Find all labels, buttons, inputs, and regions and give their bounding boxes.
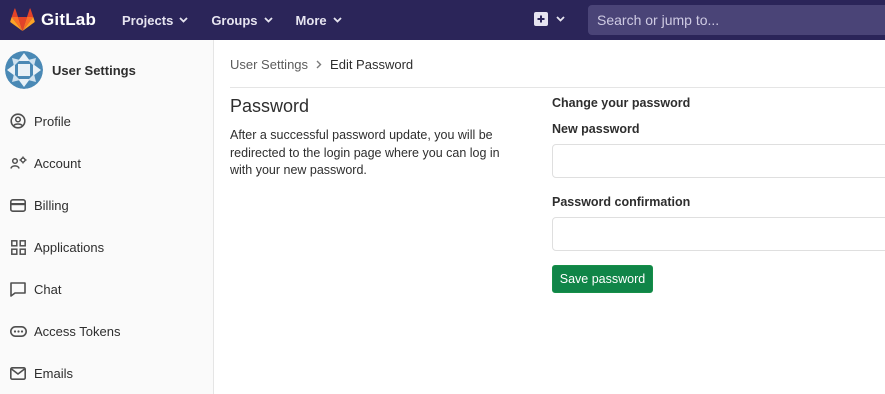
chevron-down-icon: [263, 17, 273, 23]
divider: [230, 87, 885, 88]
nav-groups-label: Groups: [211, 12, 258, 28]
applications-icon: [9, 238, 27, 256]
account-icon: [9, 154, 27, 172]
sidebar-item-billing[interactable]: Billing: [0, 190, 213, 220]
sidebar-item-profile[interactable]: Profile: [0, 106, 213, 136]
avatar: [5, 51, 43, 89]
chevron-down-icon: [556, 16, 565, 22]
sidebar-item-applications[interactable]: Applications: [0, 232, 213, 262]
page-title: Password: [230, 96, 310, 116]
form-heading: Change your password: [552, 96, 691, 110]
top-navbar: GitLab Projects Groups More Search or ju…: [0, 0, 885, 40]
breadcrumb-current: Edit Password: [330, 57, 414, 72]
sidebar-item-label: Access Tokens: [34, 323, 121, 339]
save-password-button[interactable]: Save password: [552, 265, 653, 293]
search-placeholder: Search or jump to...: [597, 12, 720, 28]
sidebar-header[interactable]: User Settings: [0, 50, 213, 90]
sidebar-item-label: Emails: [34, 365, 74, 381]
nav-more-label: More: [295, 12, 327, 28]
sidebar-item-label: Chat: [34, 281, 62, 297]
emails-icon: [9, 364, 27, 382]
sidebar-item-emails[interactable]: Emails: [0, 358, 213, 388]
sidebar-item-chat[interactable]: Chat: [0, 274, 213, 304]
sidebar-item-account[interactable]: Account: [0, 148, 213, 178]
nav-groups[interactable]: Groups: [211, 12, 273, 28]
nav-projects[interactable]: Projects: [122, 13, 188, 28]
settings-sidebar: User Settings Profile Account Billing Ap…: [0, 40, 214, 394]
plus-square-icon: [534, 12, 548, 26]
chevron-down-icon: [179, 17, 188, 23]
new-dropdown-button[interactable]: [534, 12, 565, 26]
access-tokens-icon: [9, 322, 27, 340]
chat-icon: [9, 280, 27, 298]
nav-projects-label: Projects: [122, 12, 174, 28]
chevron-right-icon: [316, 60, 322, 69]
sidebar-item-label: Profile: [34, 113, 71, 129]
section-description: After a successful password update, you …: [230, 128, 500, 177]
gitlab-logo-icon: [10, 8, 35, 31]
password-confirmation-label: Password confirmation: [552, 195, 691, 209]
nav-more[interactable]: More: [296, 13, 342, 28]
search-input[interactable]: Search or jump to...: [588, 5, 885, 35]
breadcrumb-parent-link[interactable]: User Settings: [230, 57, 308, 72]
profile-icon: [9, 112, 27, 130]
new-password-field[interactable]: [552, 144, 885, 178]
sidebar-item-access-tokens[interactable]: Access Tokens: [0, 316, 213, 346]
chevron-down-icon: [332, 17, 342, 23]
password-confirmation-field[interactable]: [552, 217, 885, 251]
breadcrumb: User Settings Edit Password: [230, 57, 413, 72]
sidebar-title: User Settings: [52, 62, 136, 78]
sidebar-item-label: Billing: [34, 197, 69, 213]
gitlab-home-link[interactable]: GitLab: [10, 8, 106, 32]
brand-name: GitLab: [41, 10, 97, 29]
sidebar-item-label: Applications: [34, 239, 105, 255]
billing-icon: [9, 196, 27, 214]
new-password-label: New password: [552, 122, 640, 136]
sidebar-item-label: Account: [34, 155, 81, 171]
